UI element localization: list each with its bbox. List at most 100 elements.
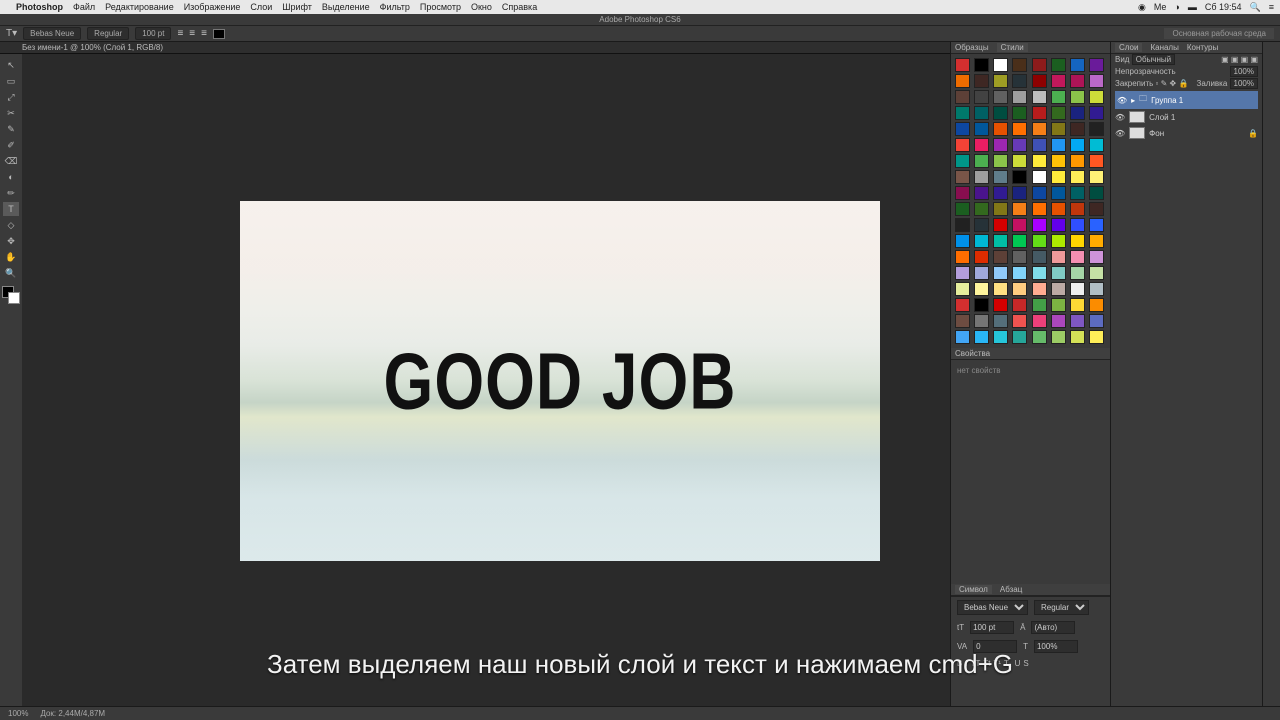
char-font[interactable]: Bebas Neue [957, 600, 1028, 615]
swatch[interactable] [1089, 330, 1104, 344]
swatch[interactable] [1070, 106, 1085, 120]
doc-info[interactable]: Док: 2,44M/4,87M [40, 709, 105, 718]
swatch[interactable] [1051, 90, 1066, 104]
swatch[interactable] [993, 314, 1008, 328]
swatch[interactable] [1012, 314, 1027, 328]
swatch[interactable] [993, 218, 1008, 232]
visibility-icon[interactable]: 👁 [1115, 113, 1125, 122]
swatch[interactable] [993, 74, 1008, 88]
swatch[interactable] [1089, 170, 1104, 184]
menu-select[interactable]: Выделение [322, 2, 370, 12]
swatch[interactable] [1089, 218, 1104, 232]
swatch[interactable] [1032, 202, 1047, 216]
volume-icon[interactable]: ◑ [1174, 2, 1179, 12]
menu-view[interactable]: Просмотр [420, 2, 461, 12]
swatch[interactable] [1032, 154, 1047, 168]
swatch[interactable] [1089, 138, 1104, 152]
swatch[interactable] [955, 330, 970, 344]
strike-icon[interactable]: S [1023, 659, 1028, 668]
canvas-area[interactable]: GOOD JOB [22, 54, 950, 706]
tool-preset-icon[interactable]: T▾ [6, 28, 17, 39]
lasso-tool[interactable]: ⤢ [3, 90, 19, 104]
swatch[interactable] [993, 170, 1008, 184]
swatch[interactable] [1032, 218, 1047, 232]
swatch[interactable] [955, 202, 970, 216]
italic-icon[interactable]: I [965, 659, 967, 668]
char-leading[interactable] [1031, 621, 1075, 634]
swatch[interactable] [974, 266, 989, 280]
layer-name[interactable]: Слой 1 [1149, 113, 1175, 122]
swatch[interactable] [1089, 186, 1104, 200]
swatch[interactable] [1032, 314, 1047, 328]
swatch[interactable] [1012, 250, 1027, 264]
swatch[interactable] [1032, 138, 1047, 152]
swatch[interactable] [1089, 106, 1104, 120]
swatch[interactable] [1089, 314, 1104, 328]
paragraph-tab[interactable]: Абзац [1000, 585, 1022, 594]
character-tab[interactable]: Символ [955, 585, 992, 594]
swatch[interactable] [1032, 74, 1047, 88]
swatch[interactable] [1070, 90, 1085, 104]
swatch[interactable] [1032, 266, 1047, 280]
collapsed-panel-strip[interactable] [1262, 42, 1280, 706]
swatch[interactable] [993, 298, 1008, 312]
swatch[interactable] [955, 58, 970, 72]
align-center-icon[interactable]: ≡ [189, 28, 195, 39]
shape-tool[interactable]: ◇ [3, 218, 19, 232]
move-tool[interactable]: ↖ [3, 58, 19, 72]
swatch[interactable] [1051, 234, 1066, 248]
swatch[interactable] [1070, 202, 1085, 216]
swatch[interactable] [955, 250, 970, 264]
align-right-icon[interactable]: ≡ [201, 28, 207, 39]
menu-edit[interactable]: Редактирование [105, 2, 174, 12]
swatch[interactable] [1051, 202, 1066, 216]
swatch[interactable] [1012, 202, 1027, 216]
swatch[interactable] [1012, 122, 1027, 136]
layer-row-bg[interactable]: 👁 Фон 🔒 [1115, 125, 1258, 141]
swatch[interactable] [993, 250, 1008, 264]
menu-image[interactable]: Изображение [184, 2, 241, 12]
path-select-tool[interactable]: ✥ [3, 234, 19, 248]
search-icon[interactable]: 🔍 [1250, 2, 1261, 13]
swatch[interactable] [1070, 138, 1085, 152]
swatch[interactable] [1070, 122, 1085, 136]
swatch[interactable] [955, 266, 970, 280]
menu-extra-icon[interactable]: ≡ [1269, 2, 1274, 12]
layer-row[interactable]: 👁 Слой 1 [1115, 109, 1258, 125]
swatch[interactable] [974, 250, 989, 264]
swatch[interactable] [1051, 218, 1066, 232]
lock-icons[interactable]: ▫ ✎ ✥ 🔒 [1156, 79, 1189, 88]
swatch[interactable] [1051, 314, 1066, 328]
pen-tool[interactable]: ✏ [3, 186, 19, 200]
swatch[interactable] [1032, 250, 1047, 264]
swatch[interactable] [1012, 330, 1027, 344]
caps-icon[interactable]: TT [971, 659, 981, 668]
swatch[interactable] [1012, 218, 1027, 232]
swatch[interactable] [1089, 266, 1104, 280]
swatch[interactable] [1070, 74, 1085, 88]
swatch[interactable] [1032, 106, 1047, 120]
swatch[interactable] [1089, 58, 1104, 72]
menu-help[interactable]: Справка [502, 2, 537, 12]
swatch[interactable] [1012, 74, 1027, 88]
swatch[interactable] [1032, 90, 1047, 104]
swatch[interactable] [1070, 314, 1085, 328]
color-swatches[interactable] [2, 286, 20, 304]
paths-tab[interactable]: Контуры [1187, 43, 1218, 52]
char-tracking[interactable] [973, 640, 1017, 653]
swatch[interactable] [1051, 282, 1066, 296]
swatch[interactable] [974, 314, 989, 328]
swatch[interactable] [974, 218, 989, 232]
swatch[interactable] [993, 154, 1008, 168]
styles-tab[interactable]: Стили [997, 43, 1028, 52]
swatch[interactable] [974, 234, 989, 248]
swatch[interactable] [1032, 298, 1047, 312]
swatch[interactable] [974, 170, 989, 184]
swatch[interactable] [974, 154, 989, 168]
superscript-icon[interactable]: T¹ [993, 659, 1001, 668]
swatch[interactable] [1051, 170, 1066, 184]
font-style-select[interactable]: Regular [87, 27, 129, 40]
swatch[interactable] [993, 138, 1008, 152]
chevron-down-icon[interactable]: ▸ [1131, 96, 1135, 105]
swatch[interactable] [1051, 74, 1066, 88]
